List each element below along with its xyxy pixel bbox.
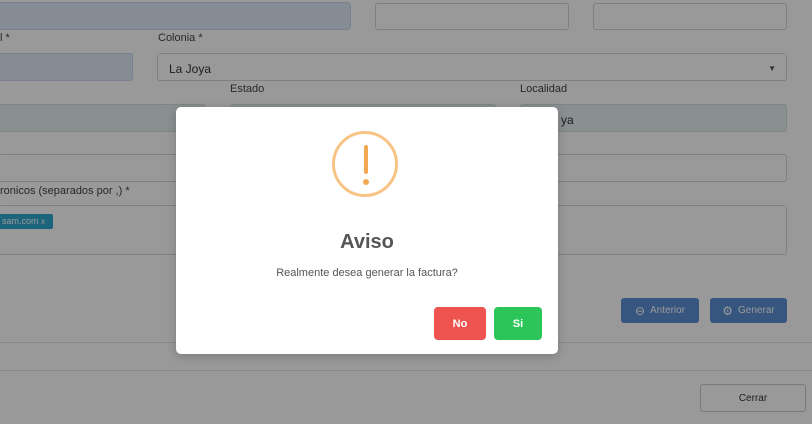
- confirm-dialog: Aviso Realmente desea generar la factura…: [176, 107, 558, 354]
- dialog-message: Realmente desea generar la factura?: [276, 267, 458, 279]
- exclamation-circle-icon: [332, 131, 398, 197]
- dialog-title: Aviso: [340, 231, 394, 253]
- no-button[interactable]: No: [434, 307, 486, 340]
- si-button[interactable]: Si: [494, 307, 542, 340]
